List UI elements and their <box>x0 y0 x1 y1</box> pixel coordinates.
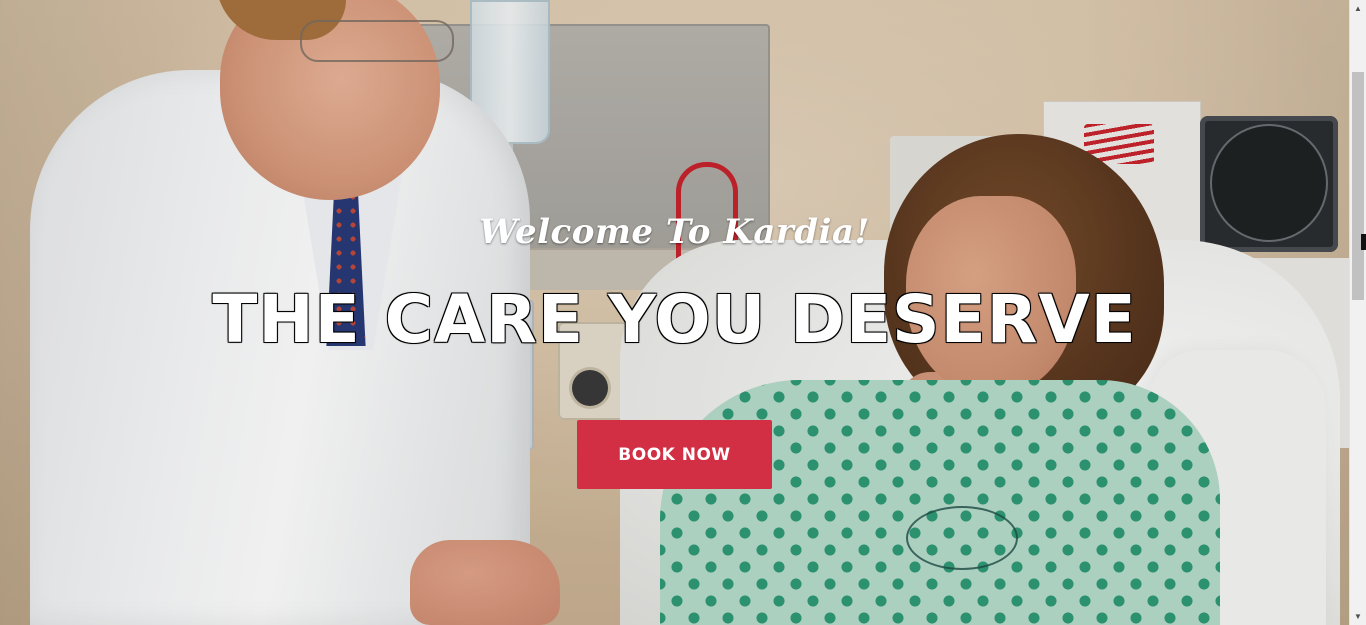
scroll-up-arrow-icon[interactable]: ▲ <box>1350 0 1366 17</box>
hero-section: Welcome To Kardia! THE CARE YOU DESERVE … <box>0 0 1349 625</box>
hero-headline: THE CARE YOU DESERVE <box>212 281 1137 358</box>
book-now-button[interactable]: BOOK NOW <box>577 420 772 489</box>
vertical-scrollbar[interactable]: ▲ ▼ <box>1349 0 1366 625</box>
mouse-cursor-icon <box>1361 234 1366 250</box>
hero-content: Welcome To Kardia! THE CARE YOU DESERVE … <box>0 0 1349 625</box>
page: Welcome To Kardia! THE CARE YOU DESERVE … <box>0 0 1366 625</box>
scrollbar-thumb[interactable] <box>1352 72 1364 300</box>
scroll-down-arrow-icon[interactable]: ▼ <box>1350 608 1366 625</box>
welcome-text: Welcome To Kardia! <box>479 212 870 252</box>
